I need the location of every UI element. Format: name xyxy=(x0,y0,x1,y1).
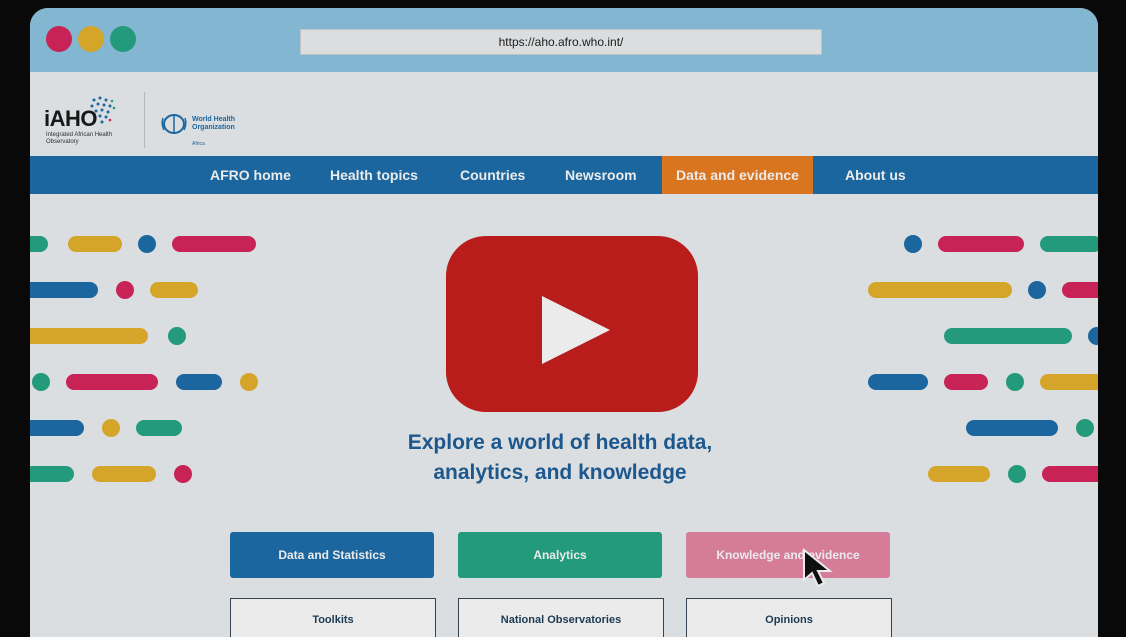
logo-text: iAHO xyxy=(44,106,98,131)
hero-headline: Explore a world of health data, analytic… xyxy=(360,428,760,488)
knowledge-and-evidence-button[interactable]: Knowledge and evidence xyxy=(686,532,890,578)
nav-item-afro-home[interactable]: AFRO home xyxy=(210,156,291,194)
hero-headline-line-1: Explore a world of health data, xyxy=(407,431,713,454)
close-window-button[interactable] xyxy=(46,26,72,52)
mouse-pointer-icon xyxy=(803,547,833,588)
play-icon xyxy=(542,296,610,364)
who-emblem-icon xyxy=(161,114,187,134)
who-name: World Health Organization xyxy=(192,116,236,131)
who-region: Africa xyxy=(192,141,205,147)
analytics-button[interactable]: Analytics xyxy=(458,532,662,578)
video-play-button[interactable] xyxy=(446,236,698,412)
browser-titlebar: https://aho.afro.who.int/ xyxy=(30,8,1098,72)
toolkits-button[interactable]: Toolkits xyxy=(230,598,436,637)
main-nav: AFRO home Health topics Countries Newsro… xyxy=(30,156,1098,194)
site-logo[interactable]: iAHO Integrated African Health Observato… xyxy=(44,88,304,158)
hero-headline-line-2: analytics, and knowledge xyxy=(433,461,687,484)
logo-subtext: Integrated African Health Observatory xyxy=(46,132,113,145)
logo-divider xyxy=(144,92,145,148)
maximize-window-button[interactable] xyxy=(110,26,136,52)
national-observatories-button[interactable]: National Observatories xyxy=(458,598,664,637)
nav-item-data-and-evidence[interactable]: Data and evidence xyxy=(662,156,813,194)
minimize-window-button[interactable] xyxy=(78,26,104,52)
nav-item-about-us[interactable]: About us xyxy=(845,156,906,194)
nav-item-countries[interactable]: Countries xyxy=(460,156,525,194)
nav-item-newsroom[interactable]: Newsroom xyxy=(565,156,637,194)
nav-item-health-topics[interactable]: Health topics xyxy=(330,156,418,194)
opinions-button[interactable]: Opinions xyxy=(686,598,892,637)
address-bar[interactable]: https://aho.afro.who.int/ xyxy=(300,29,822,55)
data-and-statistics-button[interactable]: Data and Statistics xyxy=(230,532,434,578)
